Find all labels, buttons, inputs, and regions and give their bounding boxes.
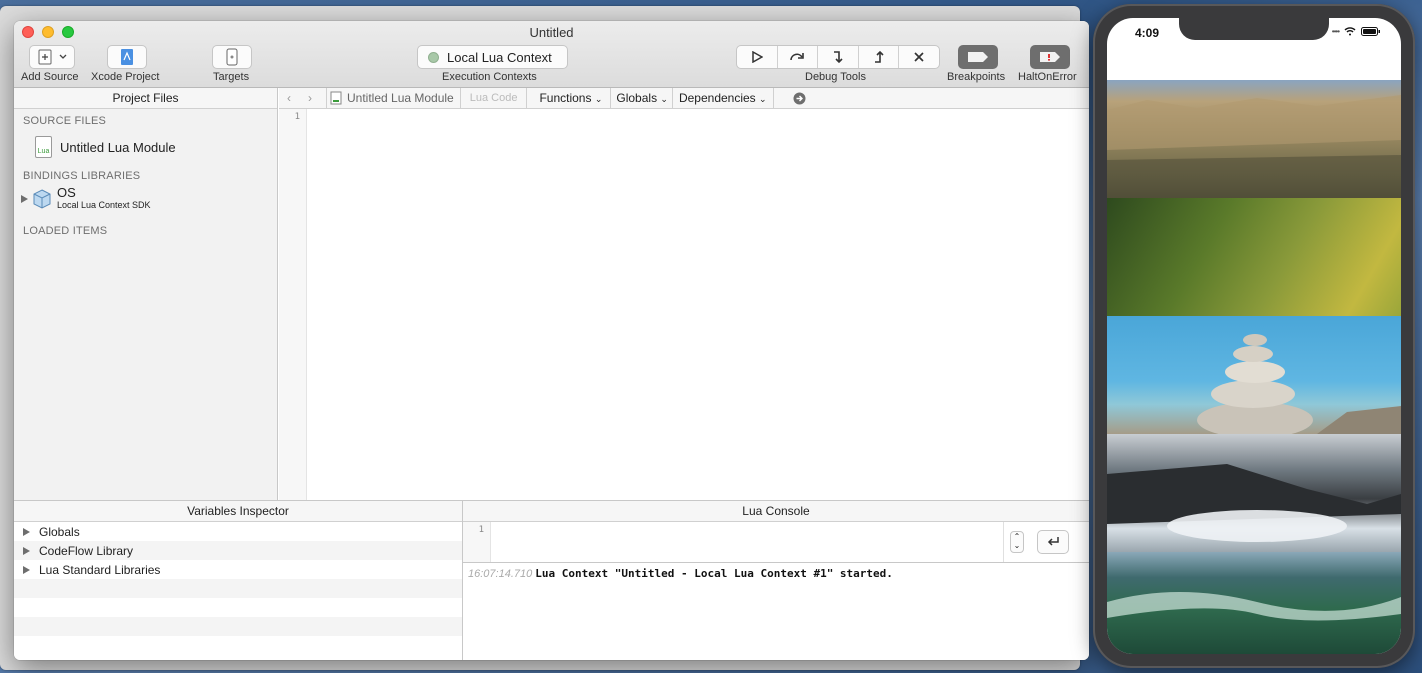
xcode-project-button[interactable] bbox=[107, 45, 147, 69]
forward-arrow-icon[interactable]: › bbox=[308, 91, 312, 105]
sdk-cube-icon bbox=[33, 189, 51, 209]
chevron-down-icon: ⌄ bbox=[594, 94, 603, 104]
lua-console: Lua Console 1 ⌃ ⌄ 16:07:14.710 Lua Contex… bbox=[463, 500, 1089, 660]
disclosure-triangle-icon[interactable] bbox=[23, 546, 30, 555]
run-button[interactable] bbox=[737, 46, 778, 68]
chevron-down-icon: ⌄ bbox=[660, 94, 668, 104]
disclosure-triangle-icon[interactable] bbox=[23, 565, 30, 574]
code-editor[interactable]: 1 bbox=[279, 109, 1089, 500]
execution-contexts-label: Execution Contexts bbox=[442, 71, 537, 83]
project-files-header: Project Files bbox=[14, 88, 277, 109]
back-arrow-icon[interactable]: ‹ bbox=[287, 91, 291, 105]
add-source-button[interactable] bbox=[29, 45, 75, 69]
window-title: Untitled bbox=[529, 25, 574, 40]
step-over-icon bbox=[790, 53, 805, 61]
photo-green-sea bbox=[1107, 552, 1401, 654]
line-number-gutter: 1 bbox=[279, 109, 307, 500]
go-forward-circle-icon[interactable] bbox=[793, 92, 806, 105]
functions-menu[interactable]: Functions ⌄ bbox=[539, 91, 602, 105]
phone-notch bbox=[1179, 18, 1329, 40]
variables-inspector: Variables Inspector Globals CodeFlow Lib… bbox=[14, 500, 463, 660]
log-timestamp: 16:07:14.710 bbox=[468, 568, 533, 580]
empty-row bbox=[14, 598, 462, 617]
chevron-down-icon: ⌄ bbox=[759, 94, 767, 104]
context-status-icon bbox=[428, 51, 439, 63]
step-into-button[interactable] bbox=[818, 46, 859, 68]
step-out-button[interactable] bbox=[859, 46, 900, 68]
xcode-project-icon bbox=[121, 49, 133, 65]
execution-context-value: Local Lua Context bbox=[447, 49, 552, 65]
add-source-label: Add Source bbox=[21, 71, 79, 83]
empty-row bbox=[14, 579, 462, 598]
device-icon bbox=[226, 48, 238, 66]
halt-on-error-label: HaltOnError bbox=[1018, 71, 1077, 83]
breakpoints-button[interactable] bbox=[958, 45, 998, 69]
phone-screen: 4:09 •••• bbox=[1107, 18, 1401, 654]
stop-button[interactable] bbox=[899, 46, 939, 68]
binding-item-os[interactable]: OS Local Lua Context SDK bbox=[14, 185, 277, 211]
status-time: 4:09 bbox=[1135, 26, 1160, 40]
lua-file-icon: Lua bbox=[35, 136, 52, 158]
targets-label: Targets bbox=[213, 71, 250, 83]
step-over-button[interactable] bbox=[778, 46, 819, 68]
execution-context-selector[interactable]: Local Lua Context bbox=[417, 45, 568, 69]
play-icon bbox=[752, 51, 763, 63]
module-breadcrumb[interactable]: Untitled Lua Module bbox=[347, 91, 454, 105]
main-window: Untitled Add Source Xcode Project Target… bbox=[14, 21, 1089, 660]
history-stepper[interactable]: ⌃ ⌄ bbox=[1010, 531, 1024, 553]
iphone-simulator: 4:09 •••• bbox=[1093, 4, 1415, 668]
execute-button[interactable] bbox=[1037, 530, 1069, 554]
project-files-sidebar: Project Files SOURCE FILES Lua Untitled … bbox=[14, 88, 278, 500]
step-into-icon bbox=[833, 51, 843, 64]
battery-icon bbox=[1361, 27, 1380, 36]
targets-button[interactable] bbox=[212, 45, 252, 69]
photo-rock-cliff bbox=[1107, 80, 1401, 198]
debug-tools-group bbox=[736, 45, 940, 69]
variable-row-globals[interactable]: Globals bbox=[14, 522, 462, 541]
loaded-items-title: LOADED ITEMS bbox=[23, 225, 108, 237]
variable-row-codeflow[interactable]: CodeFlow Library bbox=[14, 541, 462, 560]
lua-code-label: Lua Code bbox=[469, 92, 518, 104]
console-log-entry: 16:07:14.710 Lua Context "Untitled - Loc… bbox=[468, 567, 893, 580]
return-icon bbox=[1047, 537, 1059, 546]
close-icon bbox=[914, 52, 924, 62]
xcode-project-label: Xcode Project bbox=[91, 71, 160, 83]
dependencies-menu[interactable]: Dependencies ⌄ bbox=[679, 91, 767, 105]
console-input-area[interactable]: 1 ⌃ ⌄ bbox=[463, 522, 1089, 563]
wifi-icon bbox=[1344, 27, 1356, 36]
source-file-name: Untitled Lua Module bbox=[60, 139, 176, 155]
variable-row-lua-std[interactable]: Lua Standard Libraries bbox=[14, 560, 462, 579]
add-file-icon bbox=[38, 49, 67, 65]
status-icons: •••• bbox=[1332, 27, 1381, 36]
source-files-title: SOURCE FILES bbox=[23, 115, 107, 127]
photo-forest bbox=[1107, 198, 1401, 316]
disclosure-triangle-icon[interactable] bbox=[23, 527, 30, 536]
toolbar: Untitled Add Source Xcode Project Target… bbox=[14, 21, 1089, 88]
step-out-icon bbox=[874, 50, 884, 63]
variables-inspector-header: Variables Inspector bbox=[14, 501, 462, 522]
breakpoint-icon bbox=[968, 52, 988, 62]
photo-waves-rocks bbox=[1107, 434, 1401, 552]
halt-on-error-icon bbox=[1040, 52, 1060, 62]
log-message: Lua Context "Untitled - Local Lua Contex… bbox=[535, 567, 893, 580]
breakpoints-label: Breakpoints bbox=[947, 71, 1006, 83]
empty-row bbox=[14, 636, 462, 655]
halt-on-error-button[interactable] bbox=[1030, 45, 1070, 69]
lua-console-header: Lua Console bbox=[463, 501, 1089, 522]
disclosure-triangle-icon[interactable] bbox=[21, 195, 28, 203]
lua-file-icon bbox=[330, 91, 342, 105]
signal-icon: •••• bbox=[1331, 27, 1340, 36]
console-line-gutter: 1 bbox=[463, 522, 491, 562]
source-file-item[interactable]: Lua Untitled Lua Module bbox=[14, 136, 277, 158]
editor-navigation-bar: ‹ › Untitled Lua Module Lua Code Functio… bbox=[279, 87, 1089, 109]
globals-menu[interactable]: Globals ⌄ bbox=[616, 91, 668, 105]
bindings-libraries-title: BINDINGS LIBRARIES bbox=[23, 170, 141, 182]
photo-stone-cairn bbox=[1107, 316, 1401, 438]
empty-row bbox=[14, 617, 462, 636]
debug-tools-label: Debug Tools bbox=[805, 71, 866, 83]
binding-subtitle: Local Lua Context SDK bbox=[57, 200, 151, 210]
binding-name: OS bbox=[57, 185, 76, 200]
